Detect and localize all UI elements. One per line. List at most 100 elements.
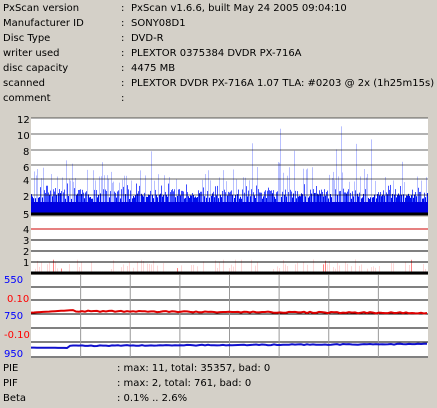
jitter-tick-label: 950 [4, 349, 23, 359]
info-row-scanned: scanned : PLEXTOR DVDR PX-716A 1.07 TLA:… [0, 77, 437, 90]
summary-label: PIF [3, 378, 18, 389]
info-row-disc-type: Disc Type : DVD-R [0, 32, 437, 45]
pif-bar [143, 261, 144, 272]
pif-bar [163, 263, 164, 272]
pif-bar [219, 261, 220, 272]
beta-tick-label: 0.10 [7, 294, 29, 305]
pif-tick-label: 5 [23, 210, 29, 221]
jitter-tick-label: 550 [4, 275, 23, 286]
pie-tick-label: 2 [23, 192, 29, 203]
info-colon: : [121, 93, 125, 104]
pif-bar [157, 265, 158, 272]
pif-bar [329, 260, 330, 272]
summary-label: PIE [3, 363, 19, 374]
summary-value: : max: 2, total: 761, bad: 0 [117, 378, 252, 389]
pif-bar [339, 265, 340, 272]
info-label: disc capacity [3, 63, 69, 74]
pif-bar [295, 264, 296, 272]
pif-bar [39, 266, 40, 272]
pif-bar [69, 264, 70, 272]
pif-bar [393, 263, 394, 272]
pie-tick-label: 6 [23, 163, 29, 174]
pif-bar [361, 264, 362, 272]
pif-bar [373, 266, 374, 272]
pif-bar [277, 266, 278, 272]
pif-bar [181, 265, 182, 272]
pif-bar [81, 262, 82, 272]
pif-bar [255, 265, 256, 272]
pif-bar [313, 259, 314, 272]
pif-bar [409, 264, 410, 272]
info-value: DVD-R [131, 33, 164, 44]
info-label: scanned [3, 78, 46, 89]
info-label: comment [3, 93, 51, 104]
pif-bar [151, 264, 152, 272]
pif-bar [149, 264, 150, 272]
info-value: PLEXTOR 0375384 DVDR PX-716A [131, 48, 302, 59]
summary-label: Beta [3, 393, 27, 404]
pif-bar [47, 264, 48, 272]
pif-bar [297, 262, 298, 272]
pif-bar [391, 263, 392, 272]
info-colon: : [121, 3, 125, 14]
summary-row-pif: PIF : max: 2, total: 761, bad: 0 [0, 376, 437, 391]
summary-value: : max: 11, total: 35357, bad: 0 [117, 363, 271, 374]
pie-tick-label: 10 [17, 131, 30, 142]
scan-summary-panel: PIE : max: 11, total: 35357, bad: 0 PIF … [0, 359, 437, 408]
pif-bar [217, 267, 218, 272]
info-colon: : [121, 78, 125, 89]
beta-tick-label: -0.10 [4, 330, 30, 341]
info-label: writer used [3, 48, 60, 59]
pif-bar [367, 268, 368, 272]
pif-bar [375, 267, 376, 272]
pif-bar [191, 265, 192, 272]
pif-bar [61, 268, 62, 272]
pif-bar [231, 264, 232, 272]
info-value: PxScan v1.6.6, built May 24 2005 09:04:1… [131, 3, 347, 14]
info-row-comment: comment : [0, 92, 437, 105]
summary-row-beta: Beta : 0.1% .. 2.6% [0, 391, 437, 406]
pif-bar [129, 262, 130, 272]
pif-bar [257, 262, 258, 272]
info-colon: : [121, 33, 125, 44]
pif-bar [333, 266, 334, 272]
pif-bar [147, 263, 148, 272]
pif-bar [233, 266, 234, 272]
pif-bar [79, 267, 80, 272]
scan-graph: 12 10 8 6 4 2 5 4 3 2 1 550 0.10 750 -0.… [0, 113, 437, 359]
info-row-writer: writer used : PLEXTOR 0375384 DVDR PX-71… [0, 47, 437, 60]
pif-bar [91, 261, 92, 272]
jitter-tick-label: 750 [4, 311, 23, 322]
pif-bar [37, 260, 38, 272]
pif-bar [337, 262, 338, 272]
pif-bar [193, 264, 194, 272]
pif-bar [137, 261, 138, 272]
pif-bar [379, 266, 380, 272]
pif-bar [355, 259, 356, 272]
info-row-version: PxScan version : PxScan v1.6.6, built Ma… [0, 2, 437, 15]
summary-row-pie: PIE : max: 11, total: 35357, bad: 0 [0, 361, 437, 376]
pie-bar [341, 126, 342, 213]
pif-tick-label: 1 [23, 258, 29, 269]
pif-tick-label: 2 [23, 247, 29, 258]
pif-bar [279, 268, 280, 272]
pif-bar [371, 267, 372, 272]
pif-bar [55, 261, 56, 272]
info-colon: : [121, 18, 125, 29]
pif-bar [335, 268, 336, 272]
pif-bar [351, 266, 352, 272]
pif-bar [359, 265, 360, 272]
pif-bar [327, 264, 328, 272]
pif-bar [285, 264, 286, 272]
pif-bar [345, 262, 346, 272]
pie-bar [280, 128, 281, 213]
pif-bar [235, 259, 236, 272]
pif-bar [177, 268, 178, 272]
summary-value: : 0.1% .. 2.6% [117, 393, 188, 404]
pif-bar [323, 264, 324, 272]
pif-bar [133, 267, 134, 272]
info-row-capacity: disc capacity : 4475 MB [0, 62, 437, 75]
pif-bar [405, 261, 406, 272]
info-label: Disc Type [3, 33, 51, 44]
info-row-manufacturer: Manufacturer ID : SONY08D1 [0, 17, 437, 30]
